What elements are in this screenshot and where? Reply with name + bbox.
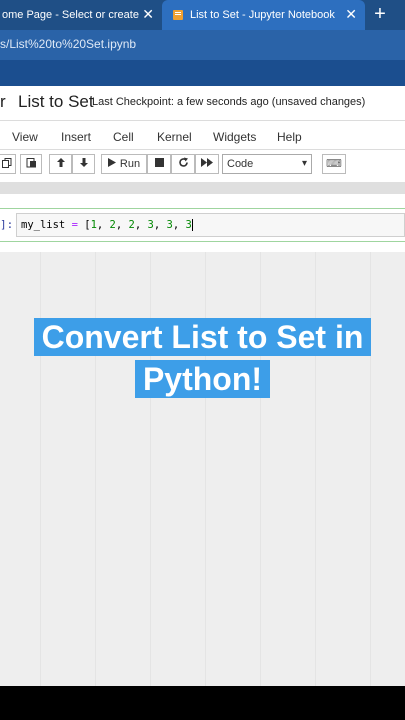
paste-cell-button[interactable] — [20, 154, 42, 174]
copy-icon — [2, 157, 12, 171]
address-bar[interactable]: s/List%20to%20Set.ipynb — [0, 30, 405, 60]
keyboard-icon: ⌨ — [326, 158, 342, 170]
restart-button[interactable] — [171, 154, 195, 174]
code-number: 2 — [109, 219, 116, 231]
divider — [0, 120, 405, 121]
code-text: my_list = [1, 2, 2, 3, 3, 3 — [21, 219, 193, 231]
arrow-down-icon — [79, 157, 89, 171]
divider — [0, 149, 405, 150]
notebook-title[interactable]: List to Set — [18, 92, 94, 112]
move-down-button[interactable] — [72, 154, 95, 174]
fast-forward-icon — [201, 158, 213, 170]
arrow-up-icon — [56, 157, 66, 171]
close-icon[interactable]: ✕ — [142, 7, 154, 21]
close-icon[interactable]: ✕ — [345, 7, 357, 21]
code-number: 3 — [166, 219, 173, 231]
menu-help[interactable]: Help — [277, 130, 302, 144]
new-tab-icon[interactable]: + — [370, 4, 390, 24]
menu-widgets[interactable]: Widgets — [213, 130, 256, 144]
stop-icon — [154, 158, 164, 170]
paste-icon — [26, 157, 37, 171]
code-input[interactable]: my_list = [1, 2, 2, 3, 3, 3 — [16, 213, 405, 237]
bookmarks-strip — [0, 60, 405, 86]
menu-kernel[interactable]: Kernel — [157, 130, 192, 144]
notebook-container: ]: my_list = [1, 2, 2, 3, 3, 3 — [0, 194, 405, 252]
jupyter-book-icon — [172, 9, 184, 21]
code-number: 1 — [90, 219, 97, 231]
chevron-down-icon: ▾ — [301, 158, 307, 169]
cell-prompt: ]: — [0, 218, 14, 231]
header-shadow — [0, 182, 405, 194]
checkpoint-status: Last Checkpoint: a few seconds ago (unsa… — [92, 96, 366, 108]
text-cursor — [191, 219, 193, 231]
url-text[interactable]: s/List%20to%20Set.ipynb — [0, 37, 136, 51]
restart-icon — [178, 157, 189, 171]
tab-label: ome Page - Select or create a n — [2, 9, 140, 21]
keyboard-shortcuts-button[interactable]: ⌨ — [322, 154, 346, 174]
menu-cell[interactable]: Cell — [113, 130, 134, 144]
interrupt-button[interactable] — [147, 154, 171, 174]
code-number: 3 — [147, 219, 154, 231]
tab-label: List to Set - Jupyter Notebook — [190, 9, 335, 21]
browser-tab-bar: ome Page - Select or create a n ✕ List t… — [0, 0, 405, 30]
run-all-button[interactable] — [195, 154, 219, 174]
caption-line-2: Python! — [134, 360, 271, 398]
copy-cell-button[interactable] — [0, 154, 16, 174]
cell-type-value: Code — [227, 158, 254, 170]
browser-tab-home[interactable]: ome Page - Select or create a n ✕ — [0, 0, 162, 30]
cell-type-select[interactable]: Code ▾ — [222, 154, 312, 174]
bottom-bar — [0, 686, 405, 720]
play-icon — [107, 158, 116, 170]
code-cell[interactable]: ]: my_list = [1, 2, 2, 3, 3, 3 — [0, 208, 405, 242]
code-operator: = — [65, 219, 85, 231]
menu-view[interactable]: View — [12, 130, 38, 144]
menu-insert[interactable]: Insert — [61, 130, 91, 144]
caption-line-1: Convert List to Set in — [33, 318, 372, 356]
run-label: Run — [119, 158, 141, 170]
video-caption: Convert List to Set in Python! — [0, 318, 405, 402]
code-number: 2 — [128, 219, 135, 231]
notebook-toolbar: Run Code ▾ ⌨ — [0, 152, 405, 178]
browser-tab-notebook[interactable]: List to Set - Jupyter Notebook ✕ — [162, 0, 365, 30]
notebook-page: r List to Set Last Checkpoint: a few sec… — [0, 86, 405, 686]
menu-bar: View Insert Cell Kernel Widgets Help — [0, 126, 405, 148]
jupyter-logo[interactable]: r — [0, 92, 6, 112]
run-button[interactable]: Run — [101, 154, 147, 174]
move-up-button[interactable] — [49, 154, 72, 174]
code-variable: my_list — [21, 219, 66, 231]
